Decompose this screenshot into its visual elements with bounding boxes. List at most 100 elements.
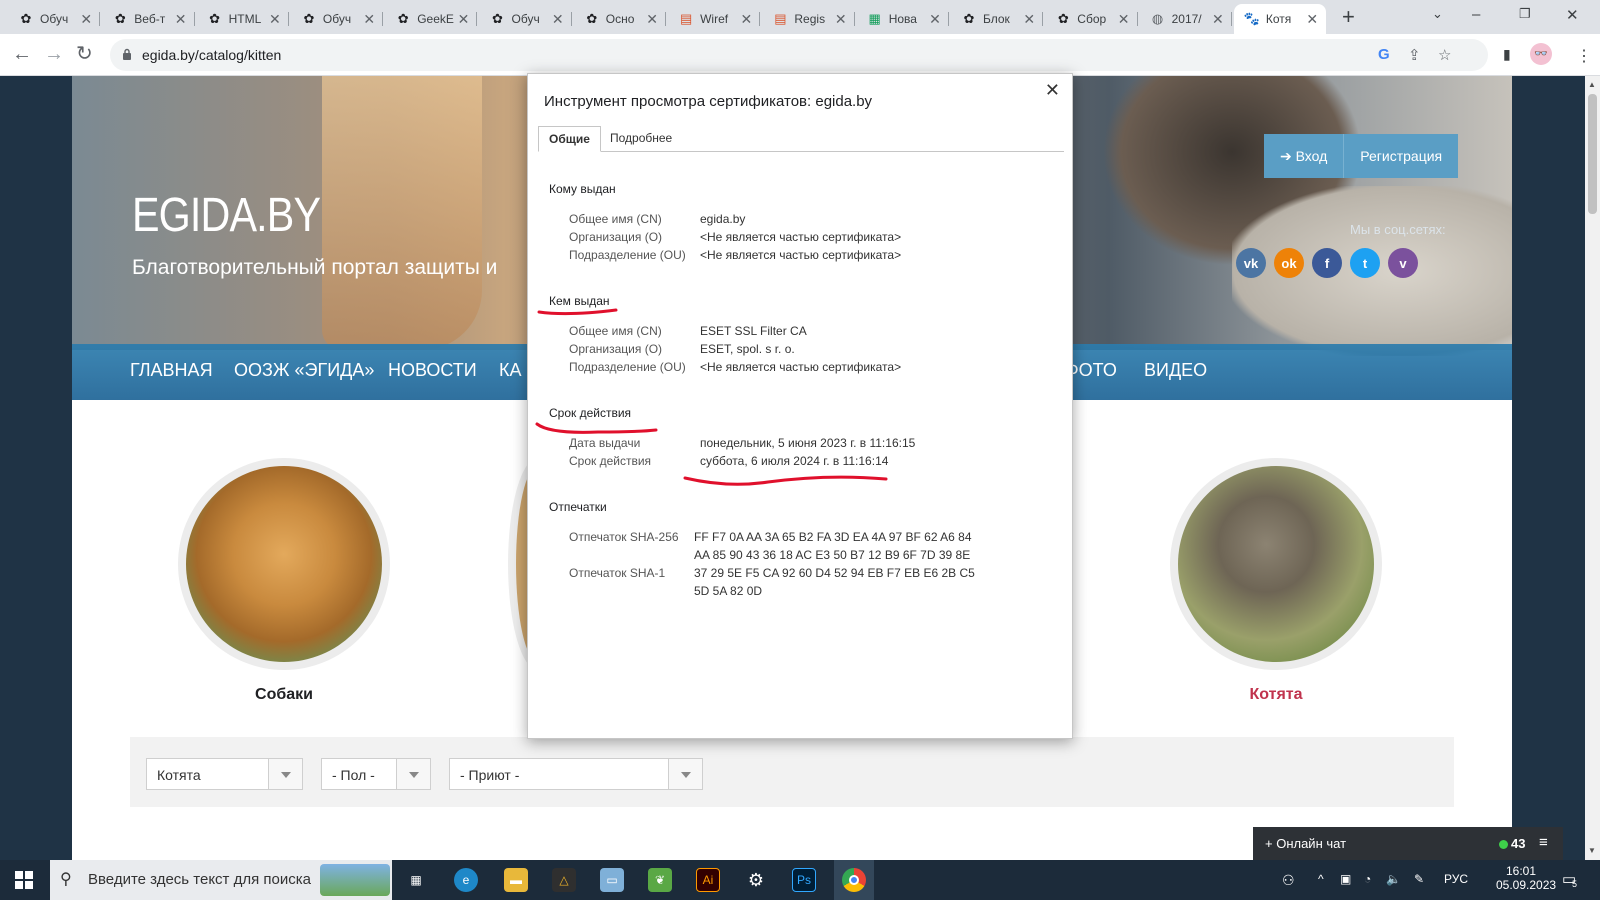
tab-close-icon[interactable]: ✕ [927,11,943,28]
menu-item[interactable]: ГЛАВНАЯ [130,360,213,381]
sha256-label: Отпечаток SHA-256 [569,530,679,544]
sha1-value-line2: 5D 5A 82 0D [694,584,763,598]
url-text[interactable]: egida.by/catalog/kitten [142,47,281,63]
menu-item[interactable]: ВИДЕО [1144,360,1207,381]
tab-close-icon[interactable]: ✕ [1116,11,1132,28]
google-lens-icon[interactable]: G [1378,46,1390,63]
address-bar[interactable]: egida.by/catalog/kitten G ⇪ ☆ [110,39,1488,71]
tab-item[interactable]: 🐾 Котя ✕ [1233,4,1327,34]
tab-close-icon[interactable]: ✕ [550,11,566,28]
tab-close-icon[interactable]: ✕ [361,11,377,28]
device-icon[interactable]: ▣ [1340,872,1351,886]
scrollbar-thumb[interactable] [1588,94,1597,214]
illustrator-icon[interactable]: Ai [696,868,720,892]
taskbar-search-box[interactable]: ⚲ Введите здесь текст для поиска [50,860,392,900]
viber-icon[interactable]: v [1388,248,1418,278]
notifications-icon[interactable]: ▭ 5 [1562,870,1577,889]
menu-item[interactable]: НОВОСТИ [388,360,477,381]
close-icon[interactable]: ✕ [1045,80,1060,101]
clock[interactable]: 16:01 05.09.2023 [1496,864,1556,892]
profile-avatar[interactable]: 👓 [1530,43,1552,65]
sex-select[interactable]: - Пол - [321,758,431,790]
tab-item[interactable]: ◍ 2017/ ✕ [1140,4,1233,34]
online-chat-widget[interactable]: + Онлайн чат 43 ≡ [1253,827,1563,860]
file-explorer-icon[interactable]: ▬ [504,868,528,892]
app-triangle-icon[interactable]: △ [552,868,576,892]
tab-item[interactable]: ✿ HTML ✕ [197,4,290,34]
forward-icon[interactable]: → [44,43,64,65]
tab-close-icon[interactable]: ✕ [455,11,471,28]
minimize-icon[interactable]: – [1472,6,1480,23]
tab-close-icon[interactable]: ✕ [738,11,754,28]
app-leaf-icon[interactable]: ❦ [648,868,672,892]
odnoklassniki-icon[interactable]: ok [1274,248,1304,278]
site-logo[interactable]: EGIDA.BY [132,188,321,243]
tab-item[interactable]: ✿ Обуч ✕ [480,4,573,34]
tab-search-icon[interactable]: ⌄ [1432,6,1443,22]
tray-chevron-icon[interactable]: ^ [1318,872,1324,886]
tab-details[interactable]: Подробнее [600,126,682,152]
people-icon[interactable]: ⚇ [1282,872,1295,889]
task-view-icon[interactable]: ▦ [404,868,428,892]
tab-item[interactable]: ✿ Сбор ✕ [1045,4,1138,34]
tab-close-icon[interactable]: ✕ [833,11,849,28]
tab-close-icon[interactable]: ✕ [1021,11,1037,28]
twitter-icon[interactable]: t [1350,248,1380,278]
tab-item[interactable]: ✿ GeekE ✕ [385,4,478,34]
pen-icon[interactable]: ✎ [1414,872,1424,886]
back-icon[interactable]: ← [12,43,32,65]
vk-icon[interactable]: vk [1236,248,1266,278]
register-button[interactable]: Регистрация [1344,134,1458,178]
edge-icon[interactable]: e [454,868,478,892]
scroll-up-icon[interactable]: ▲ [1588,80,1596,89]
tab-close-icon[interactable]: ✕ [173,11,189,28]
tab-close-icon[interactable]: ✕ [267,11,283,28]
login-button[interactable]: ➔ Вход [1264,134,1345,178]
menu-item[interactable]: КА [499,360,522,381]
settings-gear-icon[interactable]: ⚙ [744,868,768,892]
category-kittens-label[interactable]: Котята [1170,686,1382,704]
chat-menu-icon[interactable]: ≡ [1539,834,1548,851]
tab-item[interactable]: ✿ Обуч ✕ [291,4,384,34]
page-scrollbar[interactable]: ▲ ▼ [1585,76,1600,860]
tab-item[interactable]: ✿ Осно ✕ [574,4,667,34]
restore-icon[interactable]: ❐ [1519,6,1531,22]
tab-item[interactable]: ▦ Нова ✕ [857,4,950,34]
issued-by-org-label: Организация (O) [569,342,663,356]
photoshop-icon[interactable]: Ps [792,868,816,892]
tab-close-icon[interactable]: ✕ [1304,11,1320,28]
network-icon[interactable]: ◔ [1364,872,1371,886]
tab-item[interactable]: ✿ Веб-т ✕ [102,4,195,34]
side-panel-icon[interactable]: ▮ [1503,46,1511,63]
tab-item[interactable]: ✿ Обуч ✕ [8,4,101,34]
tab-item[interactable]: ▤ Regis ✕ [762,4,855,34]
app-notes-icon[interactable]: ▭ [600,868,624,892]
volume-icon[interactable]: 🔈 [1386,872,1401,886]
language-indicator[interactable]: РУС [1444,872,1468,886]
reload-icon[interactable]: ↻ [76,43,93,65]
scroll-down-icon[interactable]: ▼ [1588,846,1596,855]
tab-item[interactable]: ▤ Wiref ✕ [668,4,761,34]
new-tab-button[interactable]: + [1342,6,1355,28]
bookmark-star-icon[interactable]: ☆ [1438,46,1451,64]
type-select[interactable]: Котята [146,758,303,790]
facebook-icon[interactable]: f [1312,248,1342,278]
category-kittens-image[interactable] [1170,458,1382,670]
openai-icon: ✿ [397,11,409,26]
clock-time: 16:01 [1505,864,1537,878]
category-dogs-image[interactable] [178,458,390,670]
lock-icon[interactable] [122,48,132,60]
chrome-taskbar-button[interactable] [834,860,874,900]
tab-close-icon[interactable]: ✕ [644,11,660,28]
tab-general[interactable]: Общие [538,126,601,152]
share-icon[interactable]: ⇪ [1408,46,1421,64]
tab-item[interactable]: ✿ Блок ✕ [951,4,1044,34]
category-dogs-label[interactable]: Собаки [178,686,390,704]
tab-close-icon[interactable]: ✕ [78,11,94,28]
menu-kebab-icon[interactable]: ⋮ [1576,46,1592,66]
tab-close-icon[interactable]: ✕ [1210,11,1226,28]
close-window-icon[interactable]: ✕ [1566,6,1579,24]
windows-start-icon[interactable] [15,871,33,889]
shelter-select[interactable]: - Приют - [449,758,703,790]
menu-item[interactable]: ООЗЖ «ЭГИДА» [234,360,374,381]
